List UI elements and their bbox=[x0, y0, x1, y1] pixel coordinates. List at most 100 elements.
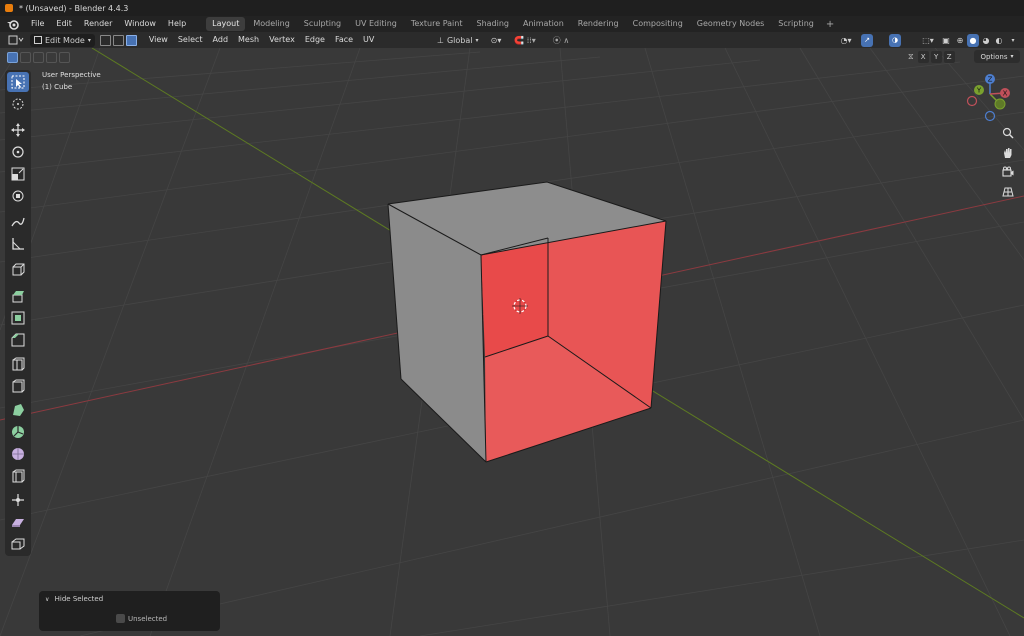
vertex-select-icon[interactable] bbox=[99, 34, 111, 46]
tab-rendering[interactable]: Rendering bbox=[572, 17, 625, 31]
transform-icon[interactable] bbox=[7, 186, 29, 206]
annotate-icon[interactable] bbox=[7, 212, 29, 232]
edge-slide-icon[interactable] bbox=[7, 466, 29, 486]
gizmo-toggle[interactable]: ↗ bbox=[861, 33, 873, 47]
workspace-tabs: Layout Modeling Sculpting UV Editing Tex… bbox=[206, 16, 838, 32]
overlay-toggle[interactable]: ◑ bbox=[889, 33, 901, 47]
select-intersect-icon[interactable] bbox=[59, 51, 70, 63]
menu-uv[interactable]: UV bbox=[358, 32, 379, 48]
loop-cut-icon[interactable] bbox=[7, 354, 29, 374]
rotate-icon[interactable] bbox=[7, 142, 29, 162]
shading-mode-group: ⊕ ● ◕ ◐ bbox=[954, 33, 1005, 47]
tab-texture-paint[interactable]: Texture Paint bbox=[405, 17, 469, 31]
menu-add[interactable]: Add bbox=[208, 32, 234, 48]
smooth-icon[interactable] bbox=[7, 444, 29, 464]
select-extend-icon[interactable] bbox=[20, 51, 31, 63]
add-cube-icon[interactable] bbox=[7, 260, 29, 280]
orientation-icon: ⊥ bbox=[437, 35, 444, 45]
tab-modeling[interactable]: Modeling bbox=[247, 17, 295, 31]
measure-icon[interactable] bbox=[7, 234, 29, 254]
select-mode-group bbox=[99, 34, 138, 46]
tool-settings-row bbox=[0, 48, 1024, 66]
face-select-icon[interactable] bbox=[125, 34, 137, 46]
spin-icon[interactable] bbox=[7, 422, 29, 442]
menu-select[interactable]: Select bbox=[173, 32, 208, 48]
shading-options-dropdown[interactable]: ▾ bbox=[1006, 34, 1020, 47]
mirror-y-toggle[interactable]: Y bbox=[930, 51, 942, 63]
mode-dropdown[interactable]: Edit Mode ▾ bbox=[30, 33, 95, 47]
tab-geometry-nodes[interactable]: Geometry Nodes bbox=[691, 17, 770, 31]
edge-select-icon[interactable] bbox=[112, 34, 124, 46]
xray-toggle[interactable]: ▣ bbox=[940, 34, 952, 47]
scale-icon[interactable] bbox=[7, 164, 29, 184]
active-object-name: (1) Cube bbox=[42, 83, 73, 91]
select-box-icon[interactable] bbox=[7, 72, 29, 92]
select-invert-icon[interactable] bbox=[46, 51, 57, 63]
menu-view[interactable]: View bbox=[144, 32, 173, 48]
move-icon[interactable] bbox=[7, 120, 29, 140]
tab-animation[interactable]: Animation bbox=[517, 17, 570, 31]
extrude-icon[interactable] bbox=[7, 286, 29, 306]
pivot-point-dropdown[interactable]: ⊙▾ bbox=[486, 34, 506, 47]
tab-layout[interactable]: Layout bbox=[206, 17, 246, 31]
poly-build-icon[interactable] bbox=[7, 400, 29, 420]
unselected-checkbox[interactable] bbox=[116, 614, 125, 623]
wireframe-shading-icon[interactable]: ⊕ bbox=[954, 34, 966, 47]
unselected-checkbox-row[interactable]: Unselected bbox=[116, 614, 167, 623]
inset-icon[interactable] bbox=[7, 308, 29, 328]
tab-compositing[interactable]: Compositing bbox=[627, 17, 689, 31]
rendered-shading-icon[interactable]: ◐ bbox=[993, 34, 1005, 47]
cube-mesh[interactable] bbox=[0, 48, 1024, 636]
editor-type-dropdown[interactable] bbox=[6, 34, 26, 47]
visibility-dropdown[interactable]: ◔▾ bbox=[836, 34, 856, 47]
overlay-icon: ◑ bbox=[891, 36, 899, 44]
menu-face[interactable]: Face bbox=[330, 32, 358, 48]
tab-sculpting[interactable]: Sculpting bbox=[298, 17, 347, 31]
navigation-gizmo[interactable]: Z Y X bbox=[962, 70, 1018, 126]
menu-help[interactable]: Help bbox=[162, 16, 192, 32]
mirror-x-toggle[interactable]: X bbox=[917, 51, 929, 63]
gizmo-icon: ↗ bbox=[864, 36, 870, 44]
3d-viewport[interactable] bbox=[0, 48, 1024, 636]
operator-title: Hide Selected bbox=[54, 595, 104, 603]
menu-file[interactable]: File bbox=[25, 16, 50, 32]
tab-uv-editing[interactable]: UV Editing bbox=[349, 17, 403, 31]
menu-mesh[interactable]: Mesh bbox=[233, 32, 264, 48]
rip-icon[interactable] bbox=[7, 534, 29, 554]
ortho-grid-icon[interactable] bbox=[999, 182, 1017, 200]
cursor-icon[interactable] bbox=[7, 94, 29, 114]
tab-shading[interactable]: Shading bbox=[470, 17, 515, 31]
select-subtract-icon[interactable] bbox=[33, 51, 44, 63]
header-menus: View Select Add Mesh Vertex Edge Face UV bbox=[144, 32, 380, 48]
mesh-edit-overlay-dropdown[interactable]: ⬚▾ bbox=[918, 34, 938, 47]
options-dropdown[interactable]: Options ▾ bbox=[974, 50, 1020, 63]
bevel-icon[interactable] bbox=[7, 330, 29, 350]
add-workspace-button[interactable]: + bbox=[822, 19, 838, 30]
transform-orientation-dropdown[interactable]: ⊥ Global ▾ bbox=[434, 34, 482, 47]
menu-edit[interactable]: Edit bbox=[50, 16, 78, 32]
solid-shading-icon[interactable]: ● bbox=[967, 33, 979, 47]
tab-scripting[interactable]: Scripting bbox=[772, 17, 820, 31]
shrink-fatten-icon[interactable] bbox=[7, 490, 29, 510]
chevron-down-icon: ▾ bbox=[475, 36, 479, 44]
knife-icon[interactable] bbox=[7, 376, 29, 396]
pan-hand-icon[interactable] bbox=[999, 144, 1017, 162]
editor-type-icon bbox=[8, 35, 24, 45]
menu-window[interactable]: Window bbox=[118, 16, 162, 32]
mirror-z-toggle[interactable]: Z bbox=[943, 51, 955, 63]
menu-vertex[interactable]: Vertex bbox=[264, 32, 300, 48]
blender-logo-icon[interactable] bbox=[5, 18, 21, 30]
menu-edge[interactable]: Edge bbox=[300, 32, 330, 48]
material-shading-icon[interactable]: ◕ bbox=[980, 34, 992, 47]
camera-view-icon[interactable] bbox=[999, 163, 1017, 181]
proportional-editing-group[interactable]: ⦿ ∧ bbox=[546, 34, 576, 47]
unselected-label: Unselected bbox=[128, 614, 168, 623]
operator-panel-header[interactable]: ∨ Hide Selected bbox=[45, 595, 103, 603]
zoom-icon[interactable] bbox=[999, 124, 1017, 142]
view-name: User Perspective bbox=[42, 71, 101, 79]
menu-render[interactable]: Render bbox=[78, 16, 118, 32]
shear-icon[interactable] bbox=[7, 512, 29, 532]
chevron-down-icon: ∨ bbox=[45, 596, 50, 603]
select-new-icon[interactable] bbox=[7, 51, 18, 63]
snapping-group[interactable]: 🧲 ⁞⁞▾ bbox=[509, 34, 541, 47]
